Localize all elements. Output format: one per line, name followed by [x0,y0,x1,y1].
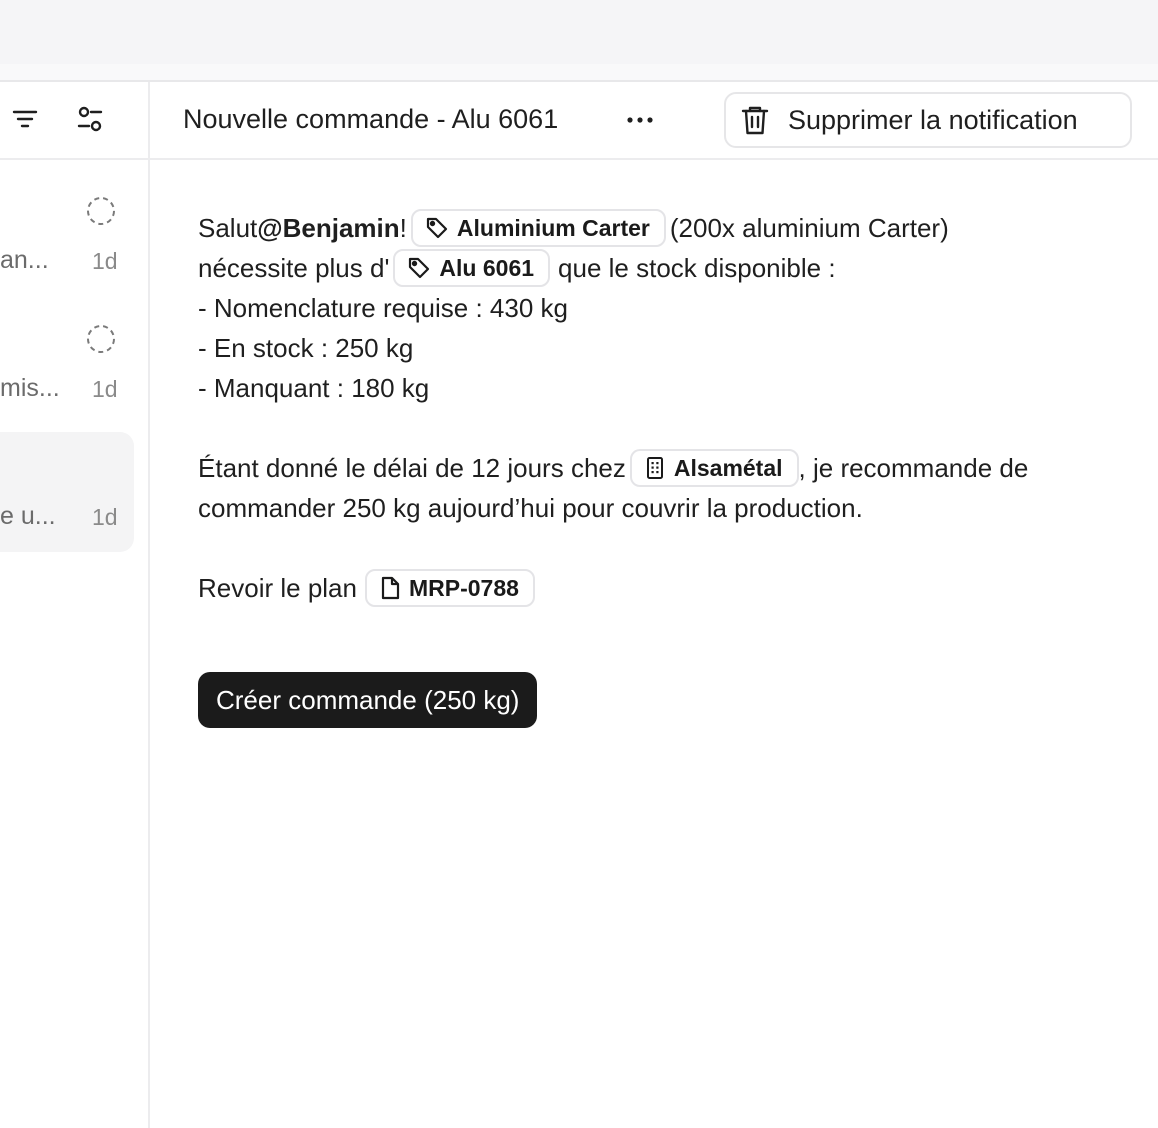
list-item-time: 1d [92,504,118,530]
notification-body: Salut @Benjamin ! Aluminium Carter (200x… [198,208,1148,608]
plan-chip-label: MRP-0788 [408,575,519,601]
more-horizontal-icon [627,117,653,123]
more-button[interactable] [620,102,660,138]
trash-icon [741,106,769,135]
create-order-button[interactable]: Créer commande (250 kg) [198,672,538,728]
supplier-chip[interactable]: Alsamétal [629,449,799,487]
status-pending-icon [87,325,115,353]
bullet-line: - En stock : 250 kg [198,333,414,363]
message-line: nécessite plus d' Alu 6061 que le stock … [198,248,1148,288]
tag-icon [409,257,430,279]
plan-chip[interactable]: MRP-0788 [364,569,535,607]
sidebar-header-divider [0,158,149,160]
material-chip-label: Alu 6061 [439,255,535,281]
detail-header: Nouvelle commande - Alu 6061 Supprimer l… [150,82,1158,158]
line2-start-text: nécessite plus d' [198,253,390,283]
sliders-icon[interactable] [75,104,105,134]
bullet-line: - Nomenclature requise : 430 kg [198,293,568,323]
list-item-time: 1d [92,248,118,274]
review-text: Revoir le plan [198,573,357,603]
status-pending-icon [87,197,115,225]
message-line: Salut @Benjamin ! Aluminium Carter (200x… [198,208,1148,248]
tag-icon [426,217,447,239]
delete-notification-button[interactable]: Supprimer la notification [724,92,1132,148]
top-bar-spacer [0,64,1158,80]
list-item-snippet: an... [0,246,49,274]
line2-end-text: que le stock disponible : [558,253,836,283]
bullet-line: - Manquant : 180 kg [198,373,430,403]
filter-icon[interactable] [10,104,40,134]
header-divider [150,158,1158,160]
para2-start-text: Étant donné le délai de 12 jours chez [198,453,626,483]
top-bar [0,0,1158,64]
greeting-text: Salut [198,213,258,243]
delete-notification-label: Supprimer la notification [788,104,1078,135]
file-icon [381,576,400,600]
building-icon [646,457,663,479]
product-chip[interactable]: Aluminium Carter [410,209,666,247]
list-item-snippet: e u... [0,502,56,530]
material-chip[interactable]: Alu 6061 [393,249,551,287]
list-item[interactable]: mis... 1d [0,304,134,424]
list-item-time: 1d [92,376,118,402]
message-line: commander 250 kg aujourd’hui pour couvri… [198,493,863,523]
sidebar-divider [148,82,150,1128]
para2-end-text: , je recommande de [798,453,1029,483]
product-chip-label: Aluminium Carter [456,215,650,241]
user-mention[interactable]: @Benjamin [257,208,399,248]
message-line: Revoir le plan MRP-0788 [198,568,1148,608]
list-item-active[interactable]: e u... 1d [0,432,134,552]
list-item[interactable]: an... 1d [0,176,134,296]
supplier-chip-label: Alsamétal [673,455,783,481]
greeting-end-text: ! [399,213,407,243]
list-item-snippet: mis... [0,374,60,402]
message-line: Étant donné le délai de 12 jours chez Al… [198,448,1148,488]
product-note-text: (200x aluminium Carter) [669,213,949,243]
page-title: Nouvelle commande - Alu 6061 [183,104,559,134]
